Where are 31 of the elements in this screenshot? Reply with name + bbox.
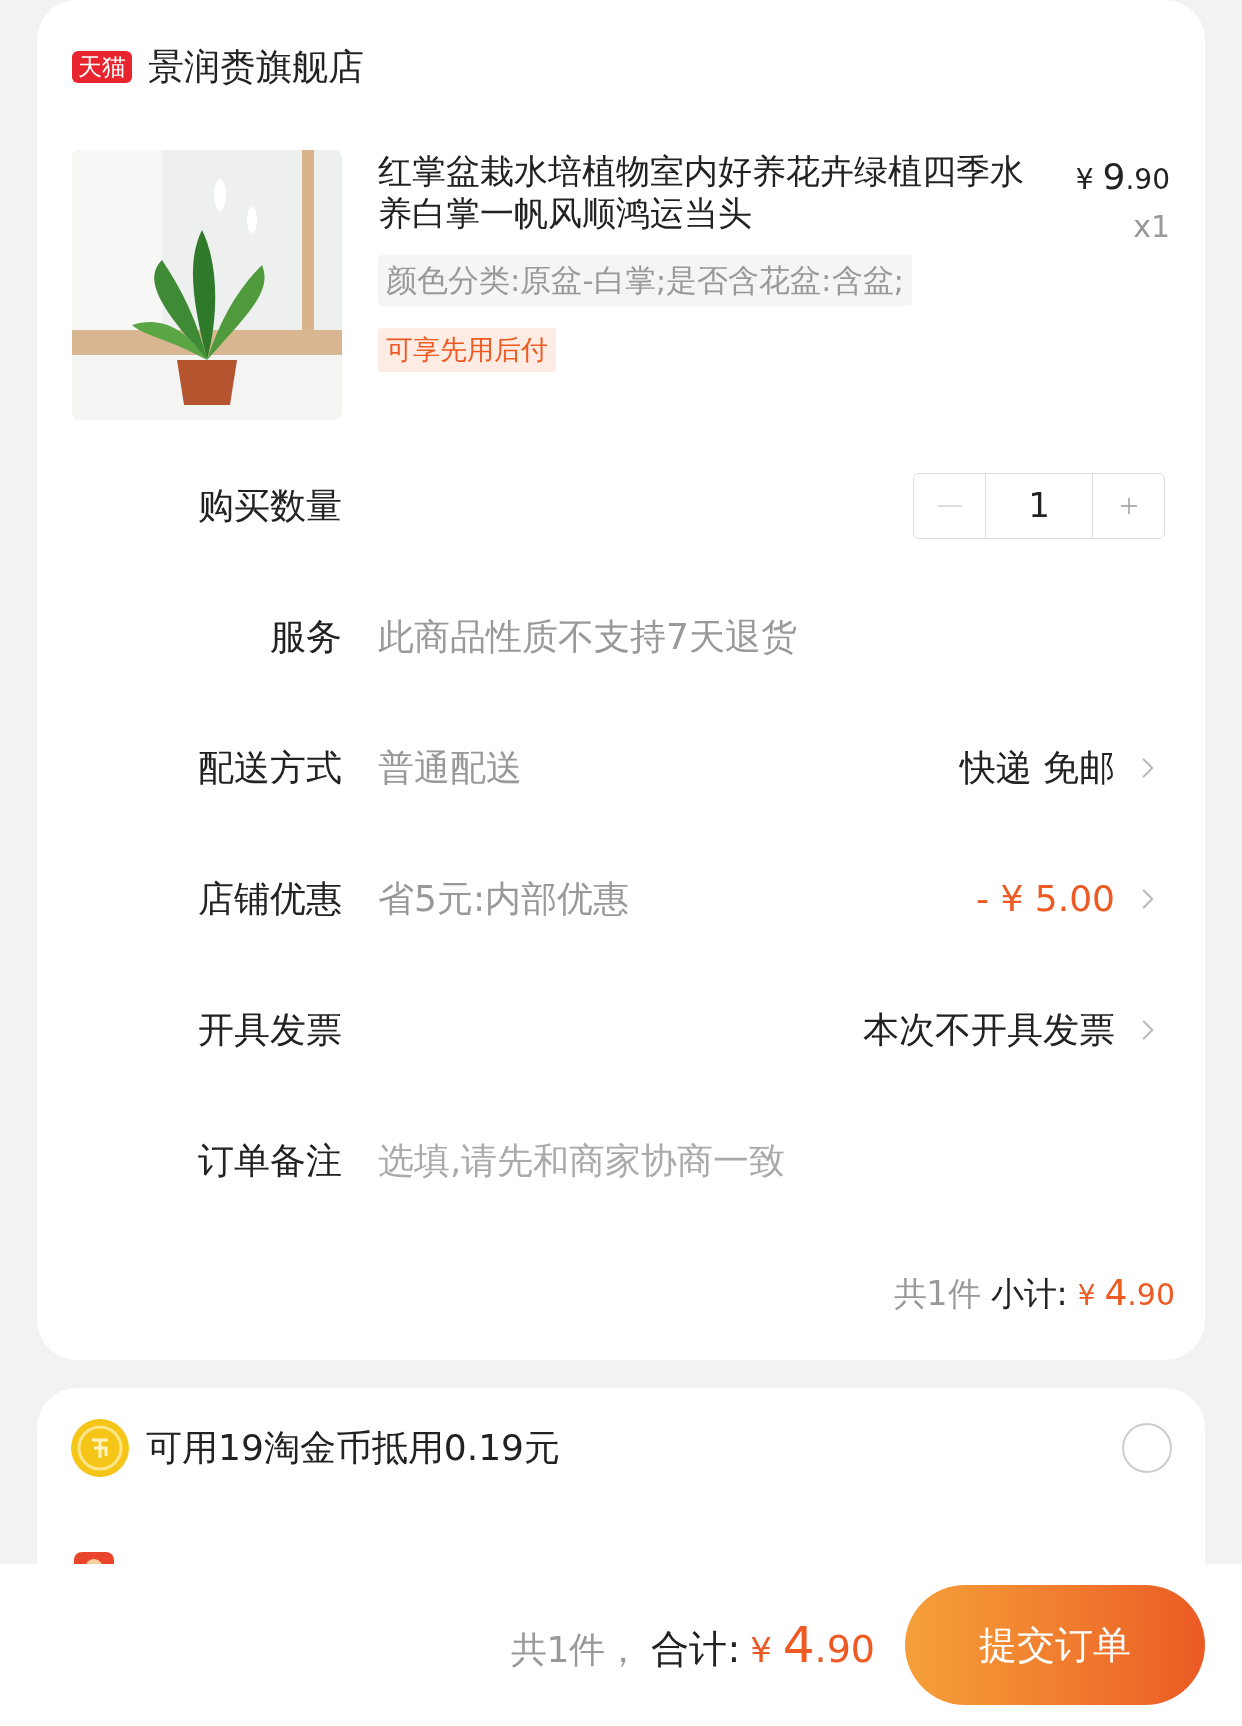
total-price: ¥ 4.90 (750, 1614, 875, 1676)
minus-icon (937, 504, 962, 507)
total-count: 共1件， (510, 1627, 642, 1672)
row-label: 开具发票 (197, 1007, 342, 1052)
row-detail: 快递 免邮 (959, 745, 1115, 790)
product-spec: 颜色分类:原盆-白掌;是否含花盆:含盆; (378, 255, 912, 306)
subtotal-label: 小计: (990, 1273, 1068, 1315)
price: ¥ 9.90 (1075, 155, 1170, 199)
row-label: 配送方式 (197, 745, 342, 790)
coin-text: 可用19淘金币抵用0.19元 (146, 1426, 560, 1470)
store-name[interactable]: 景润赉旗舰店 (148, 40, 364, 94)
row-label: 店铺优惠 (197, 876, 342, 921)
item-count: 共1件 (893, 1273, 981, 1315)
row-value: 此商品性质不支持7天退货 (378, 614, 797, 659)
coin-icon (70, 1418, 130, 1478)
row-value: 省5元:内部优惠 (378, 876, 630, 921)
row-label: 购买数量 (197, 483, 342, 528)
row-value: 普通配送 (378, 745, 522, 790)
product-title[interactable]: 红掌盆栽水培植物室内好养花卉绿植四季水养白掌一帆风顺鸿运当头 (378, 150, 1060, 249)
row-label: 服务 (269, 614, 342, 659)
subtotal-price: ¥ 4.90 (1077, 1271, 1175, 1315)
total-label: 合计: (651, 1625, 741, 1673)
coin-radio[interactable] (1122, 1423, 1172, 1473)
row-detail: - ¥ 5.00 (976, 876, 1115, 921)
quantity-count: x1 (1133, 208, 1170, 246)
quantity-value[interactable]: 1 (986, 473, 1092, 538)
note-field[interactable]: 选填,请先和商家协商一致 (378, 1133, 1165, 1188)
row-detail: 本次不开具发票 (863, 1007, 1115, 1052)
row-label: 订单备注 (197, 1138, 342, 1183)
store-badge: 天猫 (72, 51, 132, 83)
payment-tag: 可享先用后付 (378, 327, 556, 372)
